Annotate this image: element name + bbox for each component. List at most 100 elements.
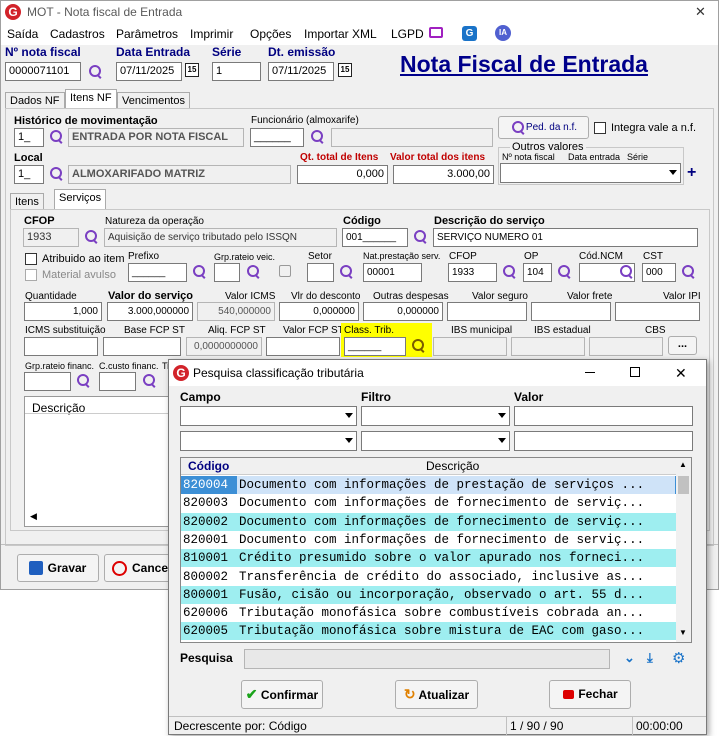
valor-input-2[interactable] [514, 431, 693, 451]
valor-servico-field[interactable]: 3.000,000000 [107, 302, 193, 321]
table-row[interactable]: 810001 Crédito presumido sobre o valor ap… [181, 549, 677, 568]
local-search-icon[interactable] [49, 166, 65, 182]
scroll-up-icon[interactable]: ▲ [679, 460, 687, 469]
table-row[interactable]: 620006 Tributação monofásica sobre combus… [181, 604, 677, 623]
emissao-date-field[interactable]: 07/11/2025 [268, 62, 334, 81]
despesas-field[interactable]: 0,000000 [363, 302, 443, 321]
hist-search-icon[interactable] [49, 129, 65, 145]
scroll-thumb[interactable] [678, 476, 689, 494]
cfop2-field[interactable]: 1933 [448, 263, 497, 282]
menu-cadastros[interactable]: Cadastros [50, 27, 105, 41]
serie-field[interactable]: 1 [212, 62, 261, 81]
grp-rateio-search-icon[interactable] [246, 264, 262, 280]
menu-imprimir[interactable]: Imprimir [190, 27, 233, 41]
results-grid[interactable]: Código Descrição 820004 Documento com inf… [180, 457, 692, 643]
fechar-button[interactable]: Fechar [549, 680, 631, 709]
func-search-icon[interactable] [310, 129, 326, 145]
monitor-icon[interactable] [429, 27, 443, 38]
calendar-icon[interactable]: 15 [338, 63, 352, 77]
settings-gear-icon[interactable]: ⚙ [672, 649, 685, 667]
table-row[interactable]: 820004 Documento com informações de prest… [181, 476, 677, 494]
more-button[interactable]: ... [668, 336, 697, 355]
close-icon[interactable]: ✕ [675, 360, 687, 386]
table-row[interactable]: 820001 Documento com informações de forne… [181, 530, 677, 549]
op-field[interactable]: 104 [523, 263, 552, 282]
ped-nf-button[interactable]: Ped. da n.f. [498, 116, 589, 139]
desc-servico-field[interactable]: SERVIÇO NUMERO 01 [433, 228, 698, 247]
campo-select-1[interactable] [180, 406, 357, 426]
vertical-scrollbar[interactable]: ▲ ▼ [676, 458, 691, 642]
grp-rateio-field[interactable] [214, 263, 240, 282]
close-window-button[interactable]: ✕ [695, 1, 706, 23]
menu-parametros[interactable]: Parâmetros [116, 27, 178, 41]
entrada-date-field[interactable]: 07/11/2025 [116, 62, 182, 81]
cfop-search-icon[interactable] [84, 229, 100, 245]
integra-checkbox[interactable] [594, 122, 606, 134]
menu-lgpd[interactable]: LGPD [391, 27, 424, 41]
grp-financ-field[interactable] [24, 372, 71, 391]
table-row[interactable]: 820003 Documento com informações de forne… [181, 494, 677, 513]
cst-search-icon[interactable] [681, 264, 697, 280]
scroll-down-icon[interactable]: ▼ [679, 628, 687, 637]
codigo-field[interactable]: 001______ [342, 228, 408, 247]
codigo-column-header[interactable]: Código [188, 459, 229, 473]
scroll-left-icon[interactable]: ◀ [30, 511, 37, 522]
seguro-field[interactable] [447, 302, 527, 321]
ccusto-search-icon[interactable] [142, 373, 158, 389]
cfop-field[interactable]: 1933 [23, 228, 79, 247]
desconto-field[interactable]: 0,000000 [279, 302, 359, 321]
menu-saida[interactable]: Saída [7, 27, 38, 41]
icms-st-field[interactable] [24, 337, 98, 356]
pesquisa-input[interactable] [244, 649, 610, 669]
op-search-icon[interactable] [557, 264, 573, 280]
class-trib-field[interactable]: ______ [344, 337, 406, 356]
campo-select-2[interactable] [180, 431, 357, 451]
prefixo-search-icon[interactable] [192, 264, 208, 280]
valor-input-1[interactable] [514, 406, 693, 426]
maximize-icon[interactable] [630, 367, 640, 377]
atualizar-button[interactable]: ↻ Atualizar [395, 680, 478, 709]
table-row[interactable]: 800001 Fusão, cisão ou incorporação, obse… [181, 585, 677, 604]
codigo-search-icon[interactable] [413, 229, 429, 245]
atribuido-checkbox[interactable] [25, 253, 37, 265]
ia-icon[interactable]: IA [495, 25, 511, 41]
cst-field[interactable]: 000 [642, 263, 676, 282]
g-app-icon[interactable]: G [462, 26, 477, 41]
minimize-icon[interactable] [585, 372, 595, 373]
table-row[interactable]: 800002 Transferência de crédito do associ… [181, 567, 677, 586]
calendar-icon[interactable]: 15 [185, 63, 199, 77]
setor-field[interactable] [307, 263, 334, 282]
base-fcp-field[interactable] [103, 337, 181, 356]
valor-fcp-field[interactable] [266, 337, 340, 356]
menu-importar-xml[interactable]: Importar XML [304, 27, 377, 41]
func-field[interactable]: ______ [250, 128, 304, 147]
ncm-search-icon[interactable] [619, 264, 635, 280]
last-down-icon[interactable]: ⤓ [647, 650, 653, 666]
items-table[interactable]: Descrição ◀ [24, 396, 174, 527]
next-down-icon[interactable]: ⌄ [624, 650, 635, 666]
table-row[interactable]: 820002 Documento com informações de forne… [181, 512, 677, 531]
nf-search-icon[interactable] [88, 64, 104, 80]
grp-financ-search-icon[interactable] [76, 373, 92, 389]
vehicle-icon[interactable] [279, 265, 291, 277]
cfop2-search-icon[interactable] [502, 264, 518, 280]
quantidade-field[interactable]: 1,000 [24, 302, 102, 321]
subtab-itens[interactable]: Itens [10, 193, 44, 210]
filtro-select-1[interactable] [361, 406, 510, 426]
descricao-column-header[interactable]: Descrição [426, 459, 479, 473]
ccusto-field[interactable] [99, 372, 136, 391]
add-button[interactable]: + [687, 164, 696, 182]
natprest-field[interactable]: 00001 [363, 263, 422, 282]
class-trib-search-icon[interactable] [411, 338, 427, 354]
subtab-servicos[interactable]: Serviços [54, 189, 107, 210]
table-row[interactable]: 620005 Tributação monofásica sobre mistur… [181, 622, 677, 641]
tab-itens-nf[interactable]: Itens NF [65, 89, 117, 109]
nf-number-field[interactable]: 0000071101 [5, 62, 81, 81]
local-code-field[interactable]: 1_ [14, 165, 44, 184]
hist-code-field[interactable]: 1_ [14, 128, 44, 147]
gravar-button[interactable]: Gravar [17, 554, 99, 582]
material-checkbox[interactable] [25, 269, 37, 281]
menu-opcoes[interactable]: Opções [250, 27, 291, 41]
prefixo-field[interactable]: ______ [128, 263, 187, 282]
filtro-select-2[interactable] [361, 431, 510, 451]
